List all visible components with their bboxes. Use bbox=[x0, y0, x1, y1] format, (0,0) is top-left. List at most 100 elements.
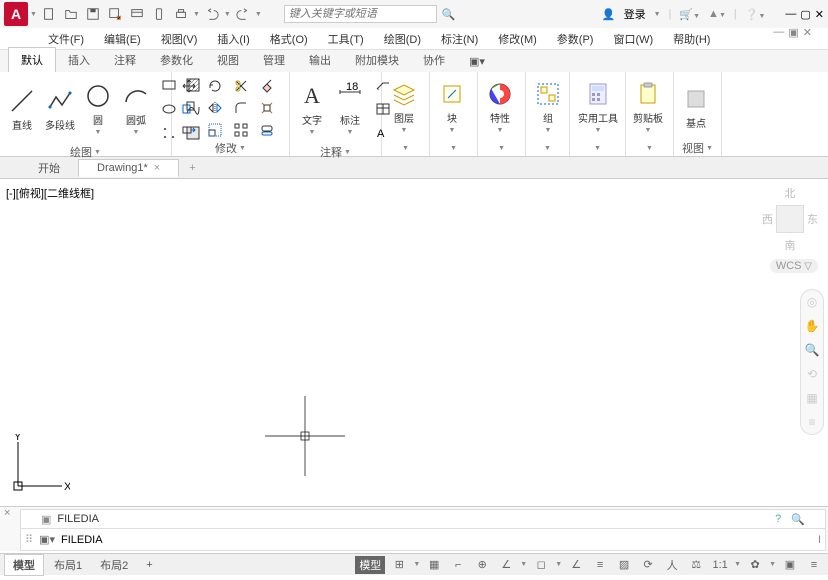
ribbon-tab-collab[interactable]: 协作 bbox=[411, 48, 457, 72]
redo-icon[interactable] bbox=[233, 4, 253, 24]
properties-button[interactable]: 特性▼ bbox=[484, 78, 516, 136]
menu-window[interactable]: 窗口(W) bbox=[605, 29, 661, 49]
polyline-button[interactable]: 多段线 bbox=[44, 85, 76, 134]
status-tab-model[interactable]: 模型 bbox=[4, 554, 44, 576]
login-link[interactable]: 登录 bbox=[624, 6, 646, 22]
status-annomon-icon[interactable]: 人 bbox=[662, 556, 682, 574]
minimize-icon[interactable]: — bbox=[785, 8, 796, 21]
ucs-icon[interactable]: Y X bbox=[10, 434, 70, 494]
ribbon-tab-annotate[interactable]: 注释 bbox=[102, 48, 148, 72]
drawing-canvas[interactable]: [-][俯视][二维线框] 北 西东 南 WCS ▽ ◎ ✋ 🔍 ⟲ ▦ ≡ Y… bbox=[0, 179, 828, 506]
menu-dim[interactable]: 标注(N) bbox=[433, 29, 486, 49]
basepoint-button[interactable]: 基点 bbox=[680, 83, 712, 132]
menu-edit[interactable]: 编辑(E) bbox=[96, 29, 149, 49]
undo-icon[interactable] bbox=[202, 4, 222, 24]
web-icon[interactable] bbox=[127, 4, 147, 24]
erase-icon[interactable] bbox=[256, 75, 278, 97]
status-gear-icon[interactable]: ✿ bbox=[745, 556, 765, 574]
status-tab-layout1[interactable]: 布局1 bbox=[46, 555, 90, 575]
mobile-icon[interactable] bbox=[149, 4, 169, 24]
app-logo[interactable]: A bbox=[4, 2, 28, 26]
status-cycling-icon[interactable]: ⟳ bbox=[638, 556, 658, 574]
fillet-icon[interactable] bbox=[230, 97, 252, 119]
status-scale[interactable]: 1:1 bbox=[710, 556, 730, 574]
ribbon-tab-insert[interactable]: 插入 bbox=[56, 48, 102, 72]
viewcube-face[interactable] bbox=[776, 205, 804, 233]
menu-modify[interactable]: 修改(M) bbox=[490, 29, 545, 49]
status-otrack-icon[interactable]: ∠ bbox=[566, 556, 586, 574]
print-icon[interactable] bbox=[171, 4, 191, 24]
menu-help[interactable]: 帮助(H) bbox=[665, 29, 718, 49]
block-button[interactable]: 块▼ bbox=[436, 78, 468, 136]
sub-minimize-icon[interactable]: — bbox=[773, 26, 784, 39]
menu-file[interactable]: 文件(F) bbox=[40, 29, 92, 49]
nav-pan-icon[interactable]: ✋ bbox=[804, 318, 820, 334]
cmd-handle-icon[interactable]: ⠿ bbox=[25, 533, 33, 546]
maximize-icon[interactable]: ▢ bbox=[800, 8, 810, 21]
ribbon-tab-parametric[interactable]: 参数化 bbox=[148, 48, 205, 72]
nav-show-icon[interactable]: ▦ bbox=[804, 390, 820, 406]
ribbon-tab-output[interactable]: 输出 bbox=[297, 48, 343, 72]
status-snap-icon[interactable]: ▦ bbox=[424, 556, 444, 574]
menu-param[interactable]: 参数(P) bbox=[549, 29, 602, 49]
clipboard-button[interactable]: 剪贴板▼ bbox=[632, 78, 664, 136]
rotate-icon[interactable] bbox=[204, 75, 226, 97]
new-icon[interactable] bbox=[39, 4, 59, 24]
layer-button[interactable]: 图层▼ bbox=[388, 78, 420, 136]
menu-draw[interactable]: 绘图(D) bbox=[376, 29, 429, 49]
wcs-badge[interactable]: WCS ▽ bbox=[770, 259, 818, 273]
status-grid-icon[interactable]: ⊞ bbox=[389, 556, 409, 574]
save-icon[interactable] bbox=[83, 4, 103, 24]
arc-button[interactable]: 圆弧▼ bbox=[120, 80, 152, 138]
command-line[interactable]: ⠿ ▣▾ I bbox=[20, 529, 826, 551]
autodesk-icon[interactable]: ▲▼ bbox=[708, 8, 726, 20]
menu-tools[interactable]: 工具(T) bbox=[320, 29, 372, 49]
status-clean-icon[interactable]: ▣ bbox=[780, 556, 800, 574]
copy-icon[interactable] bbox=[178, 97, 200, 119]
status-ortho-icon[interactable]: ⌐ bbox=[448, 556, 468, 574]
ribbon-tab-default[interactable]: 默认 bbox=[8, 47, 56, 72]
cart-icon[interactable]: 🛒▼ bbox=[679, 8, 700, 21]
cmd-close-icon[interactable]: × bbox=[4, 507, 10, 519]
view-label[interactable]: [-][俯视][二维线框] bbox=[6, 185, 94, 201]
status-model-toggle[interactable]: 模型 bbox=[355, 556, 385, 574]
status-osnap-icon[interactable]: ◻ bbox=[531, 556, 551, 574]
ribbon-tab-addins[interactable]: 附加模块 bbox=[343, 48, 411, 72]
nav-zoom-icon[interactable]: 🔍 bbox=[804, 342, 820, 358]
view-cube[interactable]: 北 西东 南 bbox=[762, 185, 818, 253]
status-tab-add[interactable]: + bbox=[138, 557, 160, 573]
nav-more-icon[interactable]: ≡ bbox=[804, 414, 820, 430]
status-lineweight-icon[interactable]: ≡ bbox=[590, 556, 610, 574]
status-tab-layout2[interactable]: 布局2 bbox=[92, 555, 136, 575]
status-annoscale-icon[interactable]: ⚖ bbox=[686, 556, 706, 574]
mirror-icon[interactable] bbox=[204, 97, 226, 119]
search-icon[interactable]: 🔍 bbox=[439, 4, 459, 24]
text-button[interactable]: A文字▼ bbox=[296, 80, 328, 138]
group-button[interactable]: 组▼ bbox=[532, 78, 564, 136]
search-input[interactable] bbox=[284, 5, 437, 23]
doctab-drawing1[interactable]: Drawing1*× bbox=[78, 159, 179, 177]
explode-icon[interactable] bbox=[256, 97, 278, 119]
scale-icon[interactable] bbox=[204, 119, 226, 141]
line-button[interactable]: 直线 bbox=[6, 85, 38, 134]
user-icon[interactable]: 👤 bbox=[602, 8, 616, 21]
saveas-icon[interactable] bbox=[105, 4, 125, 24]
cmd-search-icon[interactable]: 🔍 bbox=[791, 513, 805, 526]
move-icon[interactable] bbox=[178, 75, 200, 97]
ribbon-tab-view[interactable]: 视图 bbox=[205, 48, 251, 72]
circle-button[interactable]: 圆▼ bbox=[82, 80, 114, 138]
menu-insert[interactable]: 插入(I) bbox=[209, 29, 257, 49]
status-transparency-icon[interactable]: ▨ bbox=[614, 556, 634, 574]
dimension-button[interactable]: 18标注▼ bbox=[334, 80, 366, 138]
nav-orbit-icon[interactable]: ⟲ bbox=[804, 366, 820, 382]
array-icon[interactable] bbox=[230, 119, 252, 141]
sub-close-icon[interactable]: ✕ bbox=[803, 26, 812, 39]
sub-restore-icon[interactable]: ▣ bbox=[788, 26, 798, 39]
nav-full-icon[interactable]: ◎ bbox=[804, 294, 820, 310]
doctab-close-icon[interactable]: × bbox=[154, 162, 160, 174]
cmd-help-icon[interactable]: ? bbox=[775, 513, 781, 525]
open-icon[interactable] bbox=[61, 4, 81, 24]
status-iso-icon[interactable]: ∠ bbox=[496, 556, 516, 574]
utilities-button[interactable]: 实用工具▼ bbox=[576, 78, 620, 136]
status-customize-icon[interactable]: ≡ bbox=[804, 556, 824, 574]
